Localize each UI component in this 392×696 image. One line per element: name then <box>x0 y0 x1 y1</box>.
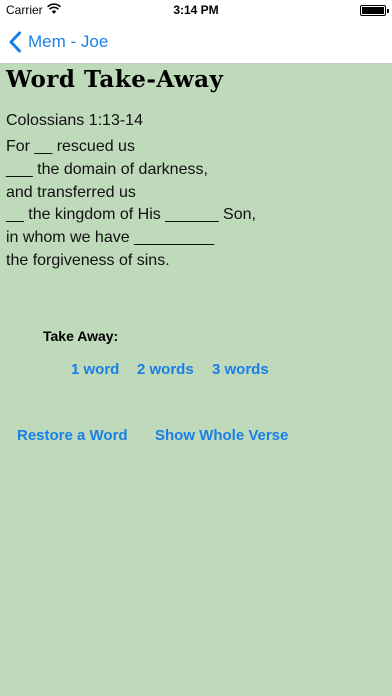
take-away-2-words-button[interactable]: 2 words <box>137 361 194 378</box>
restore-word-button[interactable]: Restore a Word <box>17 427 128 444</box>
status-time: 3:14 PM <box>173 3 219 17</box>
back-button-label: Mem - Joe <box>28 32 109 51</box>
take-away-3-words-button[interactable]: 3 words <box>212 361 269 378</box>
chevron-left-icon <box>9 31 21 53</box>
page-title: Word Take-Away <box>6 66 224 93</box>
verse-line: in whom we have _________ <box>6 229 215 247</box>
verse-line: ___ the domain of darkness, <box>6 160 208 178</box>
verse-line: For __ rescued us <box>6 138 135 155</box>
verse-line: __ the kingdom of His ______ Son, <box>6 206 256 224</box>
battery-icon <box>360 5 389 16</box>
navigation-bar: Mem - Joe <box>0 20 392 64</box>
show-whole-verse-button[interactable]: Show Whole Verse <box>155 427 288 444</box>
verse-reference: Colossians 1:13-14 <box>6 112 143 129</box>
status-bar: Carrier 3:14 PM <box>0 0 392 20</box>
verse-text: For __ rescued us ___ the domain of dark… <box>6 136 386 273</box>
verse-line: the forgiveness of sins. <box>6 251 170 269</box>
take-away-label: Take Away: <box>43 328 119 344</box>
take-away-1-word-button[interactable]: 1 word <box>71 361 119 378</box>
verse-line: and transferred us <box>6 183 136 201</box>
back-button[interactable]: Mem - Joe <box>8 29 108 55</box>
